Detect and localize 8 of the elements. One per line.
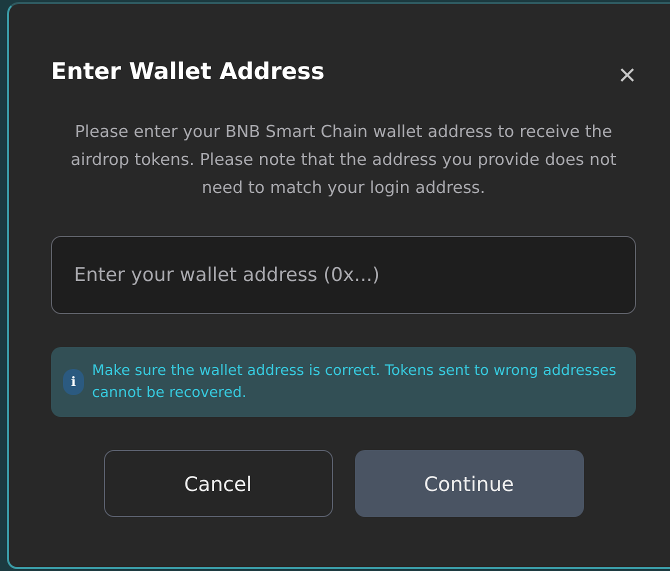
notice-text: Make sure the wallet address is correct. Tokens sent to wrong addresses cannot be recovered. bbox=[92, 362, 618, 403]
close-button[interactable]: × bbox=[618, 61, 636, 91]
cancel-button[interactable]: Cancel bbox=[104, 450, 332, 517]
info-icon: i bbox=[63, 369, 84, 395]
address-input-field[interactable]: Enter your wallet address (0x...) bbox=[51, 236, 636, 314]
dialog-title: Enter Wallet Address bbox=[51, 59, 325, 85]
description-text: Please enter your BNB Smart Chain wallet address to receive the airdrop tokens. Please note that the address you provide does not need to match your login address. bbox=[70, 121, 618, 199]
continue-button[interactable]: Continue bbox=[354, 450, 584, 517]
